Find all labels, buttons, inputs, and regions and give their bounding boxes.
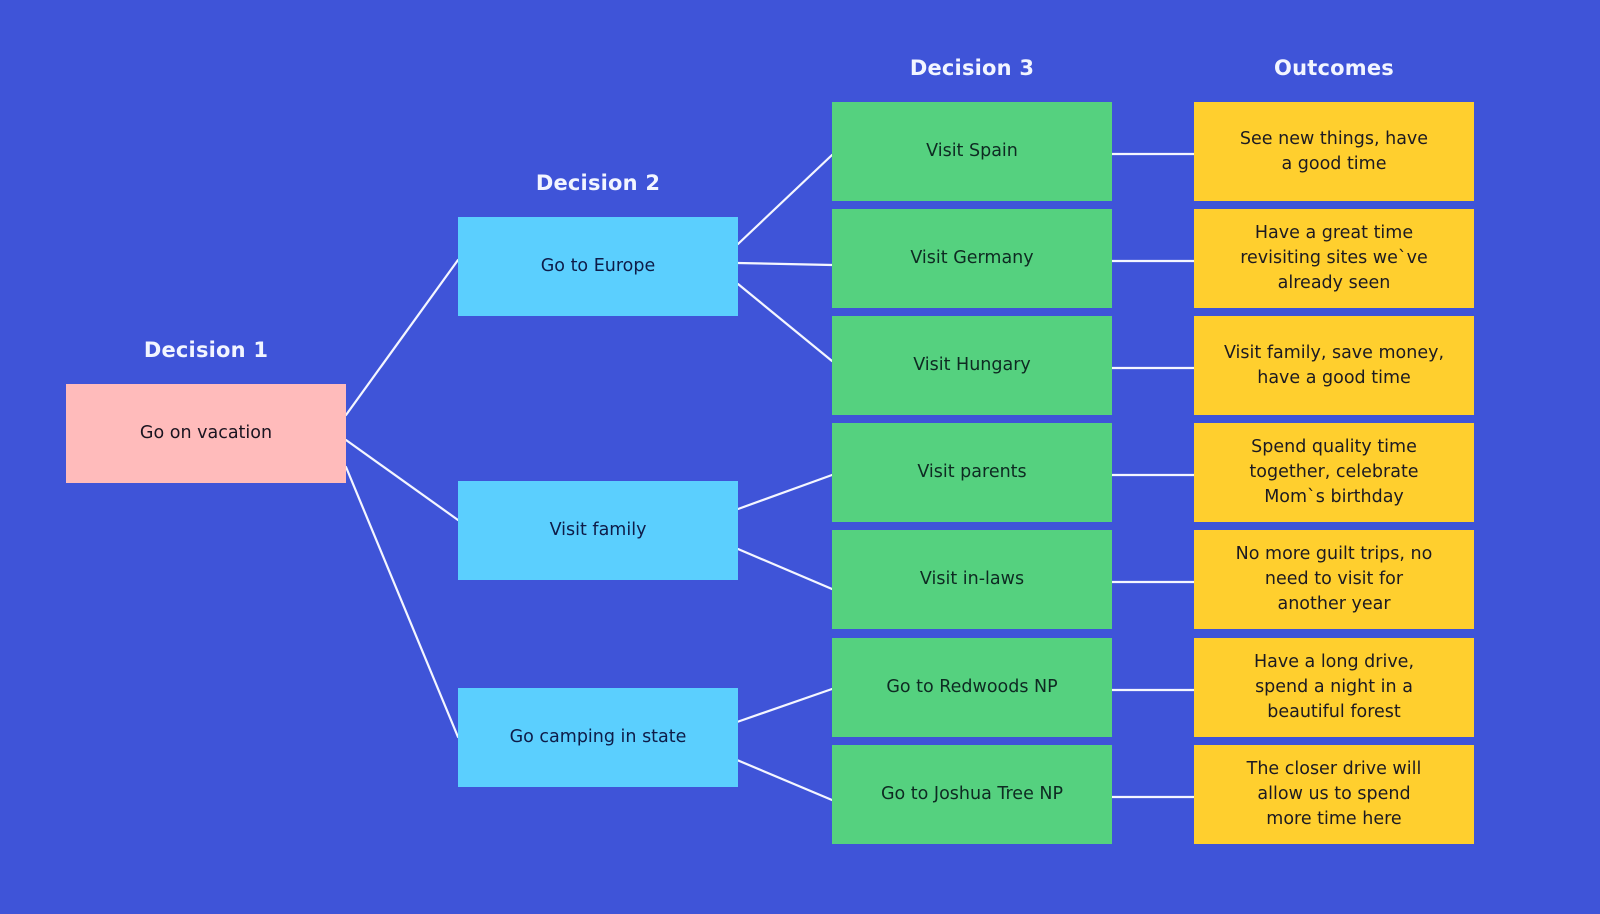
connector-camping-to-joshua-tree [735,758,834,802]
outcome-node-hungary: Visit family, save money, have a good ti… [1194,316,1474,415]
decision-tree-diagram: Decision 1 Decision 2 Decision 3 Outcome… [0,0,1600,914]
decision3-node-visit-parents: Visit parents [832,423,1112,522]
connector-europe-to-germany [736,261,834,267]
outcome-node-joshua-tree: The closer drive will allow us to spend … [1194,745,1474,844]
node-label: Go to Europe [540,256,656,276]
decision2-node-visit-family: Visit family [458,481,738,580]
heading-decision-2: Decision 2 [535,171,661,195]
connector-family-to-inlaws [736,547,834,591]
decision3-node-visit-germany: Visit Germany [832,209,1112,308]
node-label: Go camping in state [509,727,687,747]
node-label: Visit Germany [910,248,1034,268]
node-label: Visit family [549,520,647,540]
decision1-node-go-on-vacation: Go on vacation [66,384,346,483]
heading-decision-1: Decision 1 [143,338,269,362]
outcome-text: No more guilt trips, no need to visit fo… [1235,544,1433,614]
decision2-node-go-to-europe: Go to Europe [458,217,738,316]
outcome-node-inlaws: No more guilt trips, no need to visit fo… [1194,530,1474,629]
node-label: Visit in-laws [919,569,1025,589]
connector-europe-to-hungary [736,282,834,363]
outcome-text: Have a great time revisiting sites we`ve… [1240,223,1428,293]
connector-camping-to-redwoods [735,687,834,724]
node-label: Go to Joshua Tree NP [880,784,1064,804]
heading-decision-3: Decision 3 [909,56,1035,80]
decision2-node-go-camping: Go camping in state [458,688,738,787]
outcome-text: See new things, have a good time [1239,128,1429,174]
node-label: Go on vacation [139,423,273,443]
outcome-text: Visit family, save money, have a good ti… [1223,342,1445,388]
connector-europe-to-spain [736,153,834,246]
outcome-node-spain: See new things, have a good time [1194,102,1474,201]
heading-outcomes: Outcomes [1274,56,1394,80]
outcome-text: Have a long drive, spend a night in a be… [1253,652,1415,722]
connector-d1-to-europe [344,258,460,417]
node-label: Visit Spain [926,141,1018,161]
decision3-node-visit-spain: Visit Spain [832,102,1112,201]
node-label: Go to Redwoods NP [886,677,1058,697]
node-label: Visit Hungary [913,355,1031,375]
outcome-node-parents: Spend quality time together, celebrate M… [1194,423,1474,522]
outcome-text: The closer drive will allow us to spend … [1246,759,1422,829]
outcome-node-redwoods: Have a long drive, spend a night in a be… [1194,638,1474,737]
node-label: Visit parents [917,462,1027,482]
decision3-node-visit-inlaws: Visit in-laws [832,530,1112,629]
outcome-node-germany: Have a great time revisiting sites we`ve… [1194,209,1474,308]
decision3-node-joshua-tree: Go to Joshua Tree NP [832,745,1112,844]
connector-family-to-parents [736,473,834,511]
decision3-node-redwoods: Go to Redwoods NP [832,638,1112,737]
decision3-node-visit-hungary: Visit Hungary [832,316,1112,415]
outcome-text: Spend quality time together, celebrate M… [1249,437,1419,507]
